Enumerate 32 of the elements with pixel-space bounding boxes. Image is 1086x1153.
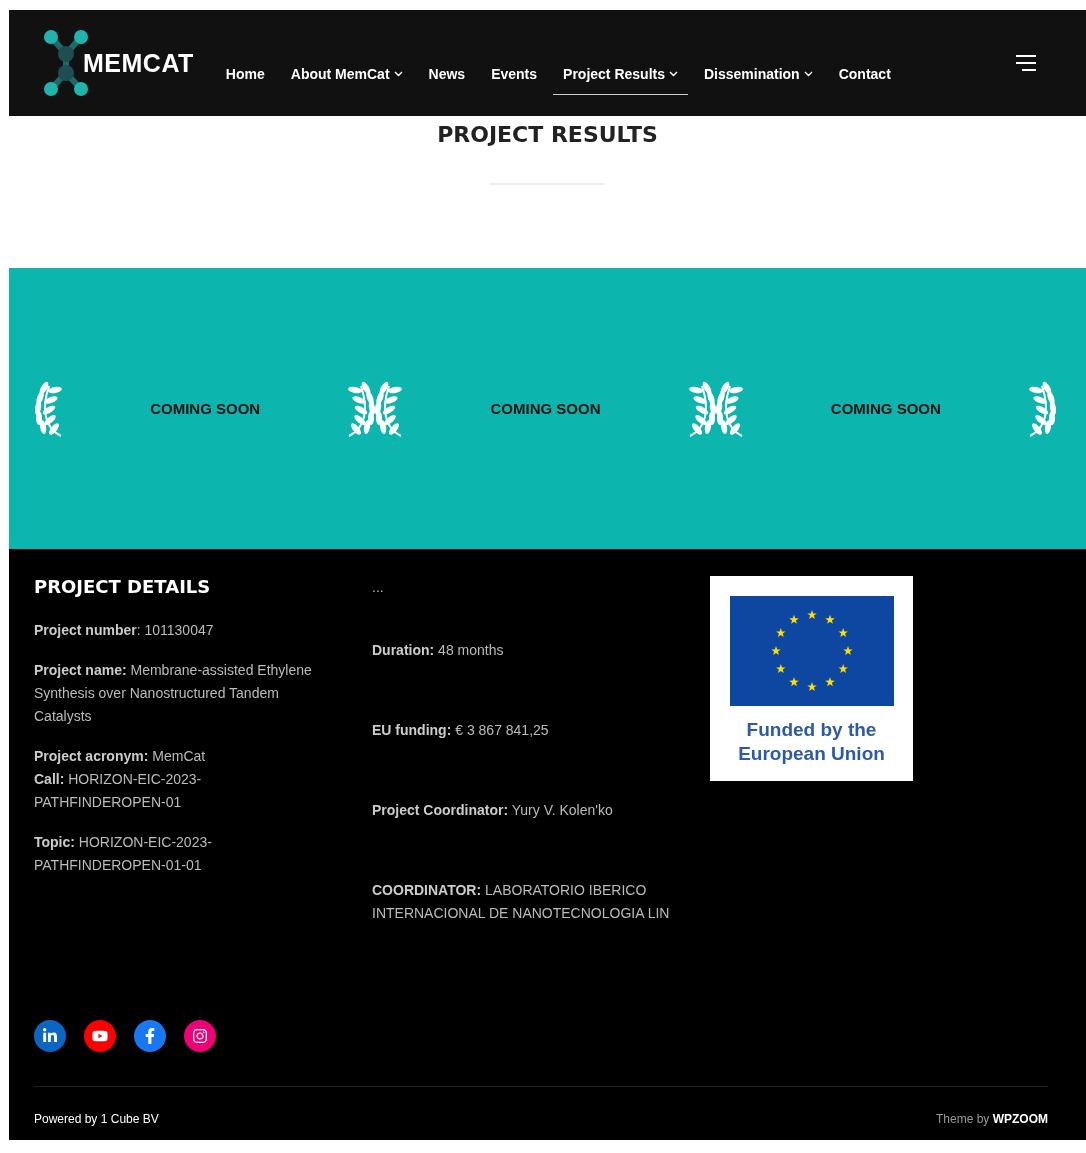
nav-link[interactable]: News [418,45,476,95]
project-detail: Project name: Membrane-assisted Ethylene Synthesis over Nanostructured Tandem Catalysts [34,661,313,726]
result-label: COMING SOON [150,400,261,417]
powered-by-text: Powered by 1 Cube BV [34,1112,159,1126]
project-detail: Topic: HORIZON-EIC-2023-PATHFINDEROPEN-01-01 [34,833,213,875]
page-title: PROJECT RESULTS [436,121,659,147]
project-detail: Duration: 48 months [372,641,505,660]
nav-link[interactable]: Events [481,45,548,95]
footer-heading: PROJECT DETAILS [34,576,212,597]
nav-link[interactable]: Dissemination [694,45,823,95]
facebook-icon[interactable] [134,1020,166,1052]
badge-text: Funded by the European Union [738,718,885,766]
nav-link[interactable]: Home [215,45,275,95]
project-detail: Project acronym: MemCat [34,747,207,766]
eu-flag-icon [729,596,894,706]
theme-credit: Theme by WPZOOM [935,1112,1048,1126]
instagram-icon[interactable] [184,1020,216,1052]
nav-link[interactable]: About MemCat [280,45,413,95]
ellipsis-text: ... [372,578,385,597]
project-detail: EU funding: € 3 867 841,25 [372,721,550,740]
nav-link[interactable]: Contact [828,45,901,95]
nav-link[interactable]: Project Results [553,45,688,95]
youtube-icon[interactable] [84,1020,116,1052]
result-label: COMING SOON [490,400,601,417]
project-detail: Project Coordinator: Yury V. Kolen'ko [372,801,614,820]
site-logo[interactable]: MEMCAT [83,48,194,78]
menu-icon[interactable] [1016,55,1036,71]
linkedin-icon[interactable] [34,1020,66,1052]
result-label: COMING SOON [830,400,941,417]
project-detail: COORDINATOR: LABORATORIO IBERICO INTERNACIONAL DE NANOTECNOLOGIA LIN [372,881,671,923]
project-detail: Project number: 101130047 [34,621,215,640]
project-detail: Call: HORIZON-EIC-2023-PATHFINDEROPEN-01 [34,770,203,812]
